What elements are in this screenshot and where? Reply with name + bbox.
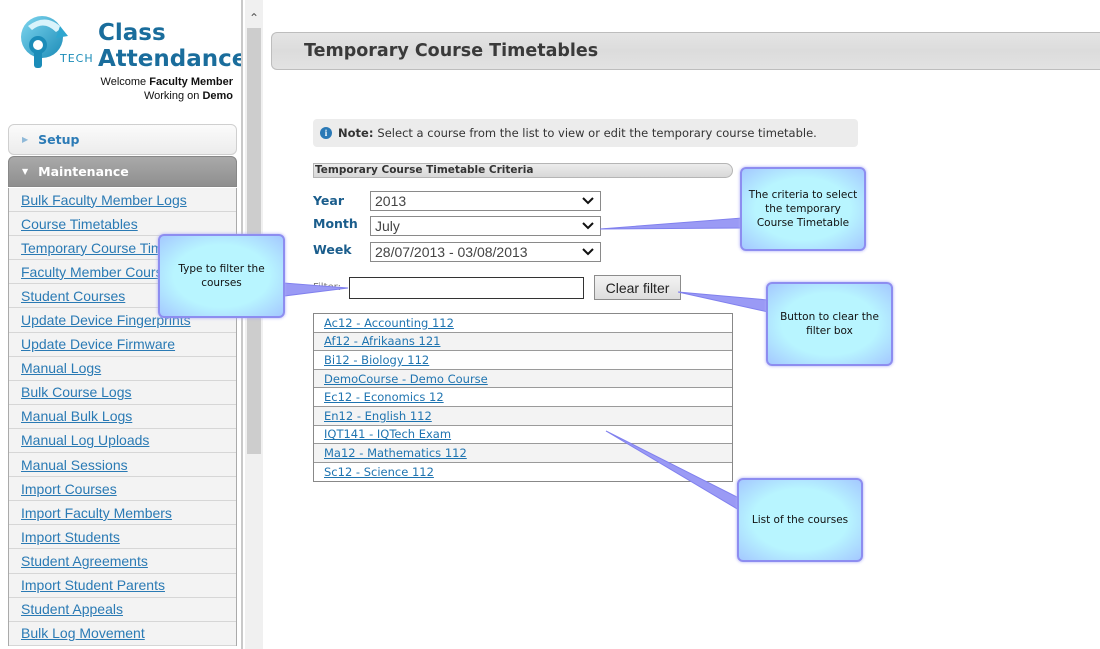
course-list-callout: List of the courses: [737, 478, 863, 562]
working-on-value: Demo: [202, 90, 233, 102]
course-list-item: Sc12 - Science 112: [314, 462, 732, 482]
sidebar-link[interactable]: Bulk Course Logs: [21, 384, 132, 400]
month-select-value: July: [375, 218, 400, 234]
course-list-item: Ec12 - Economics 12: [314, 388, 732, 407]
course-link[interactable]: Ac12 - Accounting 112: [324, 316, 454, 330]
chevron-down-icon: [582, 197, 594, 205]
sidebar-item-manual-logs: Manual Logs: [9, 357, 236, 381]
sidebar-link[interactable]: Update Device Firmware: [21, 336, 175, 352]
month-label: Month: [313, 216, 358, 231]
sidebar-item-manual-bulk-logs: Manual Bulk Logs: [9, 405, 236, 429]
sidebar-link[interactable]: Import Students: [21, 529, 120, 545]
app-title-line2: Attendance: [98, 46, 243, 72]
app-window: TECH Class Attendance Welcome Faculty Me…: [0, 0, 1100, 649]
sidebar-link[interactable]: Manual Sessions: [21, 457, 128, 473]
course-link[interactable]: DemoCourse - Demo Course: [324, 372, 488, 386]
sidebar-link[interactable]: Bulk Faculty Member Logs: [21, 192, 187, 208]
sidebar-item-student-appeals: Student Appeals: [9, 598, 236, 622]
page-title: Temporary Course Timetables: [304, 41, 599, 61]
filter-label: Filter:: [313, 282, 341, 293]
course-list-item: Bi12 - Biology 112: [314, 351, 732, 370]
accordion-setup-label: Setup: [38, 132, 80, 147]
sidebar-item-import-faculty-members: Import Faculty Members: [9, 501, 236, 526]
course-list-item: Af12 - Afrikaans 121: [314, 332, 732, 352]
sidebar-item-import-courses: Import Courses: [9, 477, 236, 502]
filter-callout: Type to filter the courses: [158, 234, 285, 318]
sidebar-item-bulk-log-movement: Bulk Log Movement: [9, 622, 236, 646]
page-header: Temporary Course Timetables: [271, 32, 1100, 70]
sidebar-item-import-students: Import Students: [9, 525, 236, 550]
note-label: Note:: [338, 126, 374, 140]
working-prefix: Working on: [143, 90, 200, 102]
year-label: Year: [313, 193, 344, 208]
course-link[interactable]: Ec12 - Economics 12: [324, 390, 444, 404]
sidebar-item-import-student-parents: Import Student Parents: [9, 574, 236, 598]
course-link[interactable]: Ma12 - Mathematics 112: [324, 446, 467, 460]
accordion-setup[interactable]: ▶ Setup: [8, 124, 237, 155]
course-link[interactable]: IQT141 - IQTech Exam: [324, 427, 451, 441]
sidebar-link[interactable]: Import Student Parents: [21, 577, 165, 593]
info-icon: i: [320, 127, 332, 139]
criteria-callout-pointer: [599, 217, 743, 230]
sidebar-link[interactable]: Manual Logs: [21, 360, 101, 376]
course-list-item: IQT141 - IQTech Exam: [314, 425, 732, 445]
note-banner: i Note: Select a course from the list to…: [313, 119, 858, 147]
app-title: Class Attendance: [98, 20, 243, 72]
week-select-value: 28/07/2013 - 03/08/2013: [375, 244, 528, 260]
sidebar-item-student-agreements: Student Agreements: [9, 549, 236, 574]
course-list: Ac12 - Accounting 112 Af12 - Afrikaans 1…: [313, 313, 733, 483]
sidebar-link[interactable]: Faculty Member Courses: [21, 264, 177, 280]
criteria-callout: The criteria to select the temporary Cou…: [740, 167, 866, 251]
chevron-down-icon: [582, 222, 594, 230]
sidebar-link[interactable]: Manual Log Uploads: [21, 432, 149, 448]
welcome-prefix: Welcome: [100, 76, 147, 88]
year-select[interactable]: 2013: [370, 191, 601, 211]
week-label: Week: [313, 242, 352, 257]
sidebar-item-course-timetables: Course Timetables: [9, 212, 236, 237]
course-list-item: Ma12 - Mathematics 112: [314, 444, 732, 463]
note-text: Select a course from the list to view or…: [377, 126, 817, 140]
sidebar-link[interactable]: Student Appeals: [21, 601, 123, 617]
course-list-item: DemoCourse - Demo Course: [314, 369, 732, 389]
course-list-item: En12 - English 112: [314, 406, 732, 426]
clear-filter-callout: Button to clear the filter box: [766, 282, 893, 366]
welcome-user: Faculty Member: [149, 76, 233, 88]
sidebar-item-bulk-course-logs: Bulk Course Logs: [9, 381, 236, 405]
sidebar-link[interactable]: Import Faculty Members: [21, 505, 172, 521]
sidebar-item-manual-log-uploads: Manual Log Uploads: [9, 429, 236, 454]
sidebar-link[interactable]: Manual Bulk Logs: [21, 408, 132, 424]
svg-text:TECH: TECH: [59, 52, 92, 65]
sidebar-item-manual-sessions: Manual Sessions: [9, 453, 236, 478]
iqtech-logo-icon: TECH: [21, 16, 92, 68]
sidebar-item-update-device-firmware: Update Device Firmware: [9, 333, 236, 357]
sidebar: TECH Class Attendance Welcome Faculty Me…: [0, 0, 243, 649]
sidebar-link[interactable]: Student Courses: [21, 288, 125, 304]
filter-input[interactable]: [349, 277, 584, 299]
accordion-maintenance[interactable]: ▼ Maintenance: [8, 156, 237, 187]
scroll-up-arrow-icon[interactable]: ⌃: [245, 10, 263, 26]
year-select-value: 2013: [375, 193, 407, 209]
sidebar-item-bulk-faculty-member-logs: Bulk Faculty Member Logs: [9, 188, 236, 213]
clear-filter-button[interactable]: Clear filter: [594, 275, 681, 300]
accordion-maintenance-label: Maintenance: [38, 164, 129, 179]
sidebar-link[interactable]: Course Timetables: [21, 216, 138, 232]
course-link[interactable]: Bi12 - Biology 112: [324, 353, 429, 367]
welcome-text: Welcome Faculty Member Working on Demo: [101, 75, 233, 103]
course-list-item: Ac12 - Accounting 112: [314, 314, 732, 333]
triangle-right-icon: ▶: [22, 135, 29, 144]
course-link[interactable]: Af12 - Afrikaans 121: [324, 334, 440, 348]
sidebar-link[interactable]: Import Courses: [21, 481, 117, 497]
app-title-line1: Class: [98, 20, 166, 46]
month-select[interactable]: July: [370, 216, 601, 236]
course-link[interactable]: En12 - English 112: [324, 409, 432, 423]
chevron-down-icon: [582, 248, 594, 256]
criteria-section-title: Temporary Course Timetable Criteria: [313, 163, 733, 178]
course-link[interactable]: Sc12 - Science 112: [324, 465, 434, 479]
sidebar-link[interactable]: Bulk Log Movement: [21, 625, 145, 641]
clear-callout-pointer: [677, 291, 769, 313]
sidebar-scrollbar[interactable]: ⌃: [245, 0, 263, 649]
week-select[interactable]: 28/07/2013 - 03/08/2013: [370, 242, 601, 262]
sidebar-link[interactable]: Student Agreements: [21, 553, 148, 569]
triangle-down-icon: ▼: [22, 167, 29, 176]
